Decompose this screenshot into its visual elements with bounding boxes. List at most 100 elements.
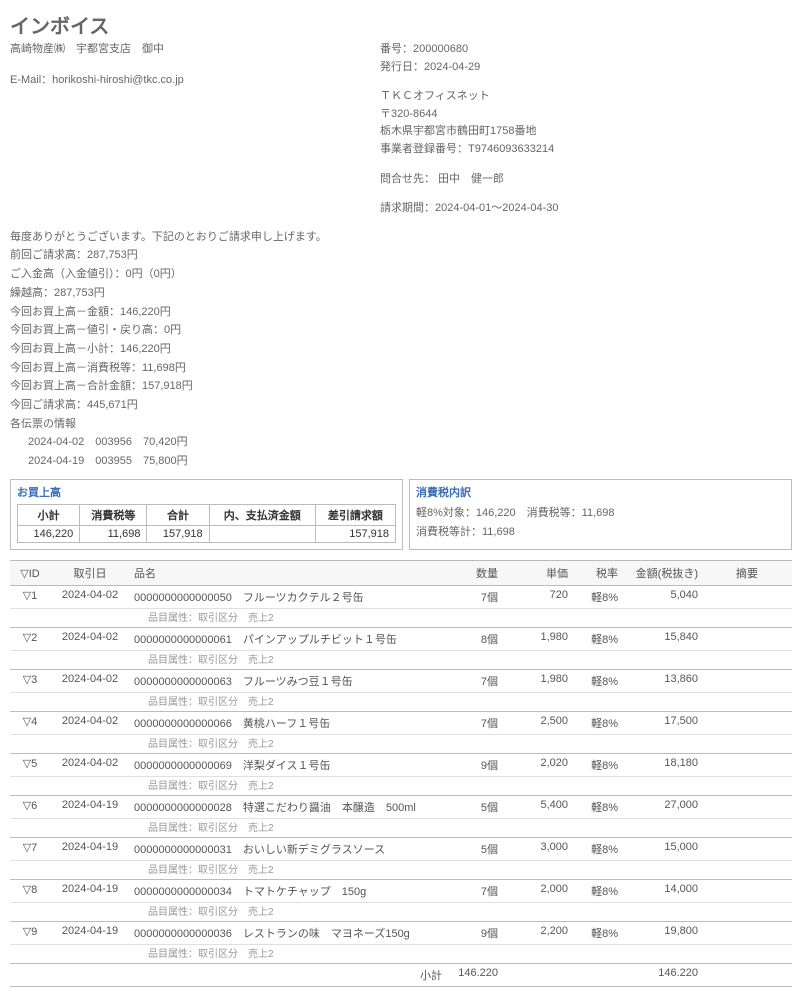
row-qty: 7個 [446, 712, 502, 735]
row-date: 2024-04-02 [50, 628, 130, 651]
table-row: ▽92024-04-190000000000000036 レストランの味 マヨネ… [10, 922, 792, 945]
row-amt: 15,000 [622, 838, 702, 861]
row-date: 2024-04-02 [50, 754, 130, 777]
row-qty: 9個 [446, 754, 502, 777]
sum-v3: 157,918 [147, 525, 209, 542]
row-name: 0000000000000061 パインアップルチビット１号缶 [130, 628, 446, 651]
sum-h2: 消費税等 [80, 504, 147, 525]
row-unit: 720 [502, 586, 572, 609]
tax-title: 消費税内訳 [416, 484, 785, 500]
purchase-amount: 今回お買上高－金額：146,220円 [10, 303, 792, 322]
table-row: ▽82024-04-190000000000000034 トマトケチャップ 15… [10, 880, 792, 903]
row-id[interactable]: ▽6 [10, 796, 50, 819]
panels: お買上高 小計 消費税等 合計 内、支払済金額 差引請求額 146,220 11… [10, 479, 792, 551]
customer-name: 高崎物産㈱ 宇都宮支店 御中 [10, 41, 380, 59]
table-row: ▽52024-04-020000000000000069 洋梨ダイス１号缶9個2… [10, 754, 792, 777]
row-unit: 3,000 [502, 838, 572, 861]
row-id[interactable]: ▽5 [10, 754, 50, 777]
row-qty: 7個 [446, 670, 502, 693]
row-name: 0000000000000069 洋梨ダイス１号缶 [130, 754, 446, 777]
row-tax: 軽8% [572, 712, 622, 735]
row-sub: 品目属性：取引区分 売上2 [130, 609, 446, 628]
row-amt: 14,000 [622, 880, 702, 903]
row-tax: 軽8% [572, 838, 622, 861]
row-id[interactable]: ▽2 [10, 628, 50, 651]
row-amt: 27,000 [622, 796, 702, 819]
table-row: ▽42024-04-020000000000000066 黄桃ハーフ１号缶7個2… [10, 712, 792, 735]
row-sub: 品目属性：取引区分 売上2 [130, 945, 446, 964]
row-date: 2024-04-02 [50, 586, 130, 609]
row-date: 2024-04-02 [50, 670, 130, 693]
company-name: ＴＫＣオフィスネット [380, 88, 792, 106]
table-subrow: 品目属性：取引区分 売上2 [10, 693, 792, 712]
sum-h1: 小計 [18, 504, 80, 525]
row-name: 0000000000000028 特選こだわり醤油 本醸造 500ml [130, 796, 446, 819]
row-tax: 軽8% [572, 628, 622, 651]
sum-v5: 157,918 [315, 525, 395, 542]
row-note [702, 754, 792, 777]
row-date: 2024-04-19 [50, 922, 130, 945]
row-tax: 軽8% [572, 880, 622, 903]
row-tax: 軽8% [572, 796, 622, 819]
table-row: ▽12024-04-020000000000000050 フルーツカクテル２号缶… [10, 586, 792, 609]
invoice-number: 番号：200000680 [380, 41, 792, 59]
row-id[interactable]: ▽1 [10, 586, 50, 609]
page-title: インボイス [10, 10, 792, 39]
row-qty: 7個 [446, 586, 502, 609]
col-note: 摘要 [702, 561, 792, 586]
sum-h4: 内、支払済金額 [209, 504, 315, 525]
col-date: 取引日 [50, 561, 130, 586]
row-note [702, 838, 792, 861]
table-row: ▽72024-04-190000000000000031 おいしい新デミグラスソ… [10, 838, 792, 861]
row-name: 0000000000000031 おいしい新デミグラスソース [130, 838, 446, 861]
row-id[interactable]: ▽9 [10, 922, 50, 945]
email-block: E-Mail：horikoshi-hiroshi@tkc.co.jp [10, 71, 380, 87]
issue-date: 発行日：2024-04-29 [380, 59, 792, 77]
carryover: 繰越高：287,753円 [10, 284, 792, 303]
table-row: ▽62024-04-190000000000000028 特選こだわり醤油 本醸… [10, 796, 792, 819]
row-note [702, 712, 792, 735]
header-area: 高崎物産㈱ 宇都宮支店 御中 E-Mail：horikoshi-hiroshi@… [10, 41, 792, 218]
row-qty: 8個 [446, 628, 502, 651]
table-header: ▽ID 取引日 品名 数量 単価 税率 金額(税抜き) 摘要 [10, 561, 792, 586]
email-label: E-Mail： [10, 74, 52, 86]
row-unit: 5,400 [502, 796, 572, 819]
tax-panel: 消費税内訳 軽8%対象：146,220 消費税等：11,698 消費税等計：11… [409, 479, 792, 551]
row-unit: 2,500 [502, 712, 572, 735]
table-row: ▽32024-04-020000000000000063 フルーツみつ豆１号缶7… [10, 670, 792, 693]
row-note [702, 628, 792, 651]
deposit: ご入金高（入金値引）：0円（0円） [10, 265, 792, 284]
row-note [702, 922, 792, 945]
row-unit: 1,980 [502, 628, 572, 651]
prev-amount: 前回ご請求高：287,753円 [10, 246, 792, 265]
row-date: 2024-04-19 [50, 880, 130, 903]
this-invoice: 今回ご請求高：445,671円 [10, 396, 792, 415]
row-name: 0000000000000034 トマトケチャップ 150g [130, 880, 446, 903]
row-date: 2024-04-19 [50, 838, 130, 861]
col-tax: 税率 [572, 561, 622, 586]
row-unit: 1,980 [502, 670, 572, 693]
sum-v1: 146,220 [18, 525, 80, 542]
row-date: 2024-04-02 [50, 712, 130, 735]
row-tax: 軽8% [572, 922, 622, 945]
sum-v4 [209, 525, 315, 542]
table-subrow: 品目属性：取引区分 売上2 [10, 945, 792, 964]
row-id[interactable]: ▽4 [10, 712, 50, 735]
billing-period: 請求期間：2024-04-01～2024-04-30 [380, 200, 792, 218]
col-id[interactable]: ▽ID [10, 561, 50, 586]
contact: 問合せ先： 田中 健一郎 [380, 171, 792, 189]
row-tax: 軽8% [572, 754, 622, 777]
table-subrow: 品目属性：取引区分 売上2 [10, 861, 792, 880]
row-sub: 品目属性：取引区分 売上2 [130, 903, 446, 922]
row-unit: 2,200 [502, 922, 572, 945]
row-qty: 7個 [446, 880, 502, 903]
row-qty: 5個 [446, 838, 502, 861]
table-subrow: 品目属性：取引区分 売上2 [10, 735, 792, 754]
row-id[interactable]: ▽8 [10, 880, 50, 903]
row-sub: 品目属性：取引区分 売上2 [130, 819, 446, 838]
row-id[interactable]: ▽3 [10, 670, 50, 693]
thanks-line: 毎度ありがとうございます。下記のとおりご請求申し上げます。 [10, 228, 792, 247]
discount: 今回お買上高－値引・戻り高：0円 [10, 321, 792, 340]
row-id[interactable]: ▽7 [10, 838, 50, 861]
tax: 今回お買上高－消費税等：11,698円 [10, 359, 792, 378]
